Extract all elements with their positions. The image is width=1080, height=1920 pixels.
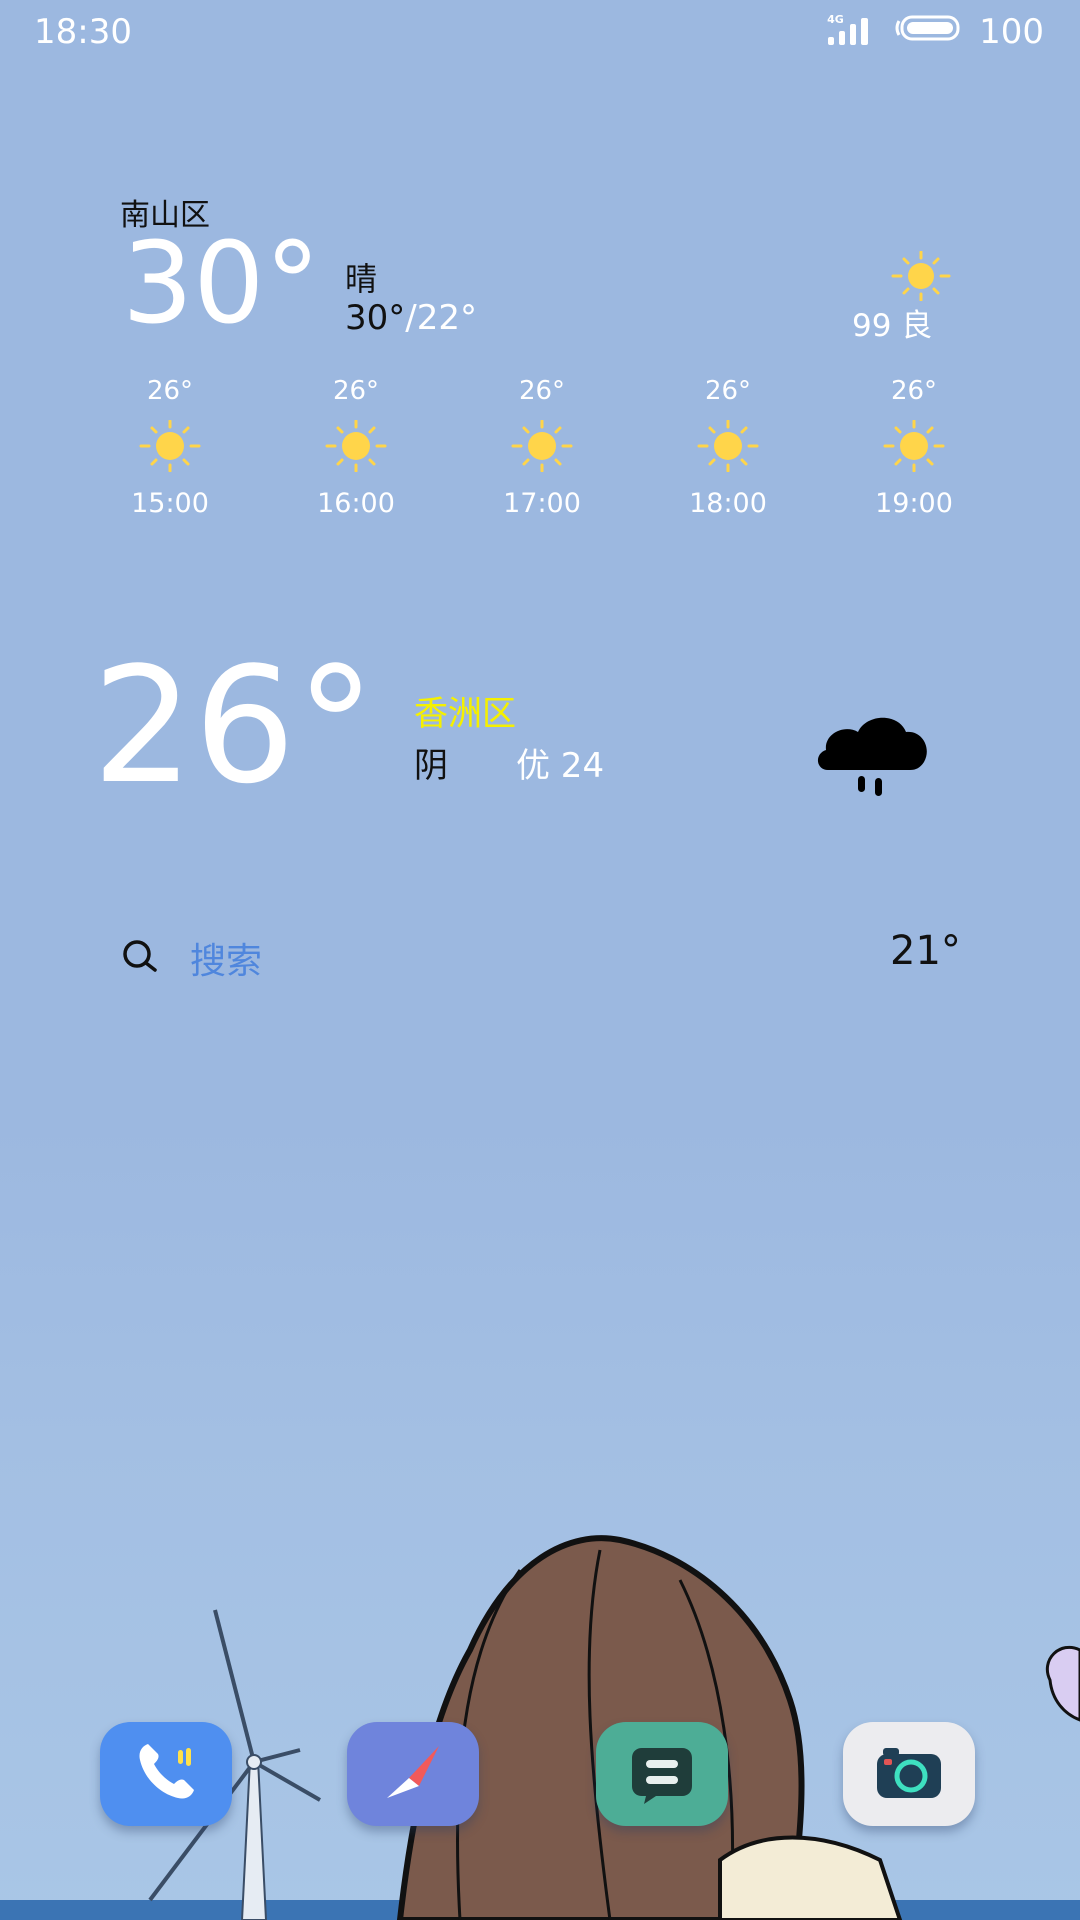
camera-icon: [869, 1732, 949, 1816]
weather-condition: 晴: [345, 260, 378, 298]
range-separator: /: [405, 298, 417, 338]
air-quality: 99 良: [852, 308, 933, 344]
hourly-temp: 26°: [518, 376, 566, 406]
network-type: 4G: [827, 13, 844, 26]
secondary-temperature[interactable]: 26°: [92, 646, 376, 806]
dock-app-messages[interactable]: [596, 1722, 728, 1826]
signal-icon: 4G: [827, 13, 875, 49]
dock-app-browser[interactable]: [347, 1722, 479, 1826]
hourly-temp: 26°: [332, 376, 380, 406]
secondary-air-quality: 优 24: [516, 746, 605, 786]
current-temperature[interactable]: 30°: [122, 228, 321, 340]
hourly-forecast-item: 26° 18:00: [653, 376, 803, 519]
dock-app-camera[interactable]: [843, 1722, 975, 1826]
sun-icon: [467, 419, 617, 476]
sun-icon: [839, 419, 989, 476]
hourly-temp: 26°: [704, 376, 752, 406]
hourly-time: 16:00: [317, 488, 395, 519]
sun-icon: [891, 250, 951, 305]
secondary-condition: 阴: [414, 746, 448, 786]
hourly-temp: 26°: [890, 376, 938, 406]
sun-icon: [95, 419, 245, 476]
search-bar-temperature: 21°: [890, 928, 961, 974]
hourly-time: 17:00: [503, 488, 581, 519]
status-time: 18:30: [34, 12, 132, 52]
low-temperature: 22°: [416, 298, 477, 338]
flower-illustration: [1045, 1645, 1080, 1722]
status-icons: 4G 100: [827, 12, 1044, 52]
dock-app-phone[interactable]: [100, 1722, 232, 1826]
hourly-forecast-item: 26° 16:00: [281, 376, 431, 519]
search-icon[interactable]: [120, 938, 160, 978]
message-icon: [622, 1732, 702, 1816]
temperature-range: 30°/22°: [345, 298, 477, 338]
sun-icon: [653, 419, 803, 476]
compass-icon: [373, 1732, 453, 1816]
hourly-temp: 26°: [146, 376, 194, 406]
cloud-rain-icon: [814, 708, 930, 808]
high-temperature: 30°: [345, 298, 406, 338]
battery-level: 100: [979, 12, 1044, 52]
wallpaper-illustration: [0, 1535, 1080, 1920]
hourly-time: 15:00: [131, 488, 209, 519]
battery-icon: [893, 12, 961, 52]
phone-icon: [126, 1732, 206, 1816]
hourly-time: 19:00: [875, 488, 953, 519]
hourly-forecast-item: 26° 17:00: [467, 376, 617, 519]
sun-icon: [281, 419, 431, 476]
hourly-forecast-item: 26° 19:00: [839, 376, 989, 519]
search-input[interactable]: 搜索: [190, 932, 262, 984]
secondary-location[interactable]: 香洲区: [414, 686, 516, 735]
hourly-time: 18:00: [689, 488, 767, 519]
hourly-forecast-item: 26° 15:00: [95, 376, 245, 519]
